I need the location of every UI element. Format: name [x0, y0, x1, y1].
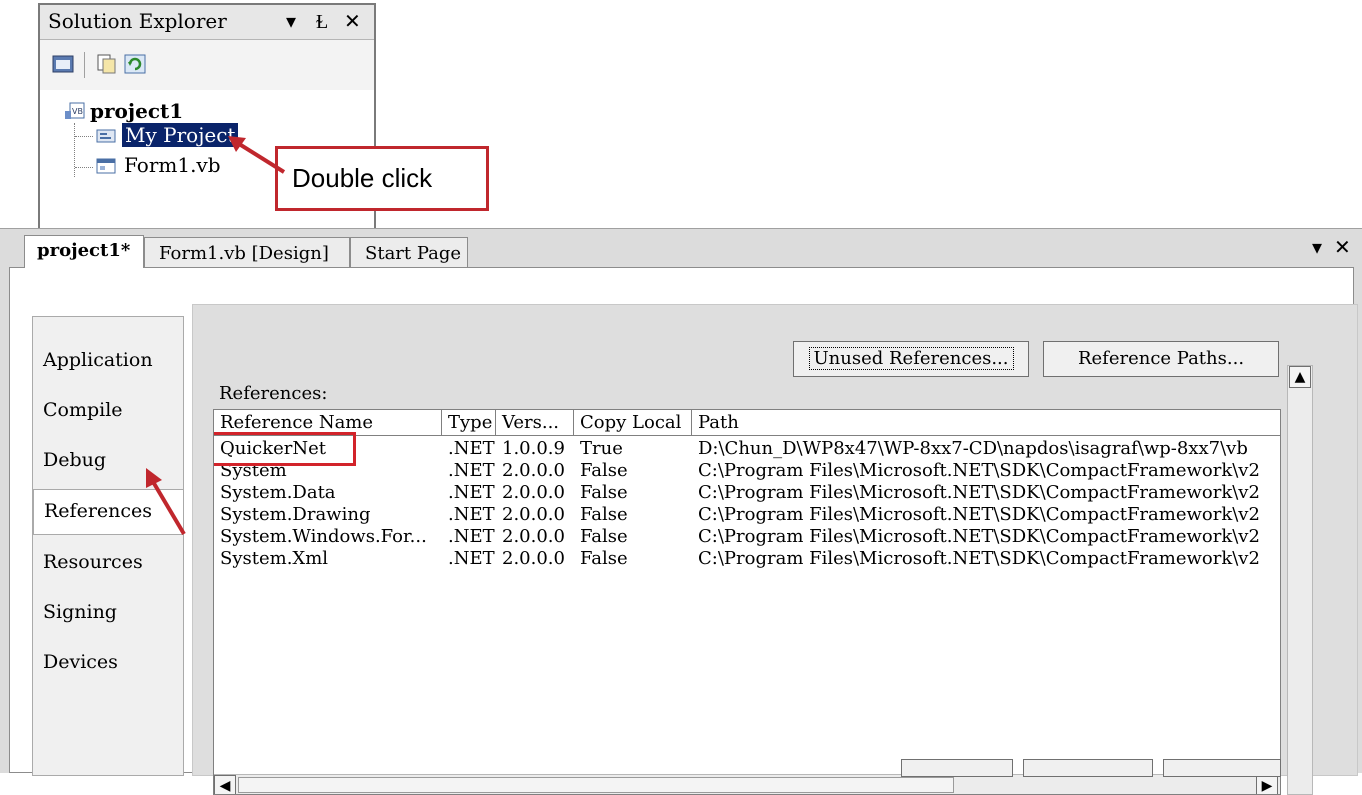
cell-type: .NET [448, 526, 495, 547]
cell-path: C:\Program Files\Microsoft.NET\SDK\Compa… [698, 482, 1260, 503]
table-row[interactable]: System .NET 2.0.0.0 False C:\Program Fil… [214, 460, 1280, 482]
sidetab-devices[interactable]: Devices [43, 651, 118, 673]
cell-version: 2.0.0.0 [502, 526, 565, 547]
document-window: project1* Form1.vb [Design] Start Page ▾… [0, 228, 1362, 795]
button-label: Unused References... [808, 347, 1014, 370]
tab-label: Start Page [365, 243, 462, 264]
window-dropdown-icon[interactable]: ▾ [1312, 235, 1322, 259]
cell-type: .NET [448, 460, 495, 481]
cell-type: .NET [448, 482, 495, 503]
cell-path: D:\Chun_D\WP8x47\WP-8xx7-CD\napdos\isagr… [698, 438, 1248, 459]
quickernet-highlight [214, 432, 356, 466]
project-node[interactable]: project1 [90, 99, 183, 123]
references-list[interactable]: Reference Name Type Vers... Copy Local P… [213, 409, 1281, 795]
vb-project-icon: VB [64, 101, 86, 121]
update-button[interactable] [1163, 759, 1281, 777]
cell-copy-local: False [580, 548, 628, 569]
tab-label: Form1.vb [Design] [159, 243, 329, 264]
tree-item-my-project[interactable]: My Project [122, 123, 239, 147]
cell-path: C:\Program Files\Microsoft.NET\SDK\Compa… [698, 548, 1260, 569]
table-row[interactable]: System.Drawing .NET 2.0.0.0 False C:\Pro… [214, 504, 1280, 526]
project-designer: Application Compile Debug References Res… [9, 267, 1358, 795]
pin-icon[interactable]: Ɫ [316, 9, 328, 34]
cell-type: .NET [448, 438, 495, 459]
cell-type: .NET [448, 504, 495, 525]
scroll-left-icon[interactable]: ◀ [214, 775, 236, 794]
cell-copy-local: False [580, 504, 628, 525]
sidetab-resources[interactable]: Resources [43, 551, 143, 573]
solution-explorer-titlebar: Solution Explorer ▾ Ɫ ✕ [40, 5, 374, 40]
tree-item-form1[interactable]: Form1.vb [124, 153, 221, 177]
sidetab-compile[interactable]: Compile [43, 399, 123, 421]
cell-version: 2.0.0.0 [502, 504, 565, 525]
callout-arrow-icon [228, 136, 286, 174]
cell-copy-local: False [580, 460, 628, 481]
show-all-files-icon[interactable] [96, 54, 118, 74]
designer-side-tabs: Application Compile Debug References Res… [32, 316, 184, 776]
properties-icon[interactable] [52, 54, 74, 74]
refresh-icon[interactable] [124, 54, 146, 74]
tab-project1[interactable]: project1* [24, 235, 144, 268]
references-label: References: [219, 383, 328, 404]
sidetab-debug[interactable]: Debug [43, 449, 106, 471]
cell-version: 2.0.0.0 [502, 548, 565, 569]
add-button[interactable] [901, 759, 1013, 777]
double-click-callout: Double click [275, 146, 489, 211]
references-page: Unused References... Reference Paths... … [192, 304, 1358, 795]
table-row[interactable]: QuickerNet .NET 1.0.0.9 True D:\Chun_D\W… [214, 438, 1280, 460]
column-header-copy-local[interactable]: Copy Local [574, 410, 692, 436]
column-header-version[interactable]: Vers... [496, 410, 574, 436]
cell-path: C:\Program Files\Microsoft.NET\SDK\Compa… [698, 526, 1260, 547]
cell-version: 2.0.0.0 [502, 460, 565, 481]
cell-copy-local: False [580, 482, 628, 503]
horizontal-scroll-thumb[interactable] [238, 777, 954, 793]
tree-connector [75, 167, 93, 168]
annotation-arrow-icon [146, 468, 186, 536]
scroll-up-icon[interactable]: ▲ [1289, 366, 1311, 388]
cell-type: .NET [448, 548, 495, 569]
sidetab-application[interactable]: Application [43, 349, 153, 371]
button-label: Reference Paths... [1077, 348, 1245, 369]
my-project-icon [96, 127, 116, 145]
toolbar-separator [84, 52, 85, 78]
remove-button[interactable] [1023, 759, 1153, 777]
cell-path: C:\Program Files\Microsoft.NET\SDK\Compa… [698, 504, 1260, 525]
column-header-type[interactable]: Type [442, 410, 496, 436]
solution-explorer-title: Solution Explorer [48, 9, 227, 33]
svg-text:VB: VB [72, 107, 83, 116]
cell-copy-local: False [580, 526, 628, 547]
column-header-path[interactable]: Path [692, 410, 1280, 436]
dropdown-icon[interactable]: ▾ [286, 9, 296, 33]
table-row[interactable]: System.Data .NET 2.0.0.0 False C:\Progra… [214, 482, 1280, 504]
window-close-icon[interactable]: ✕ [1334, 235, 1351, 259]
cell-version: 2.0.0.0 [502, 482, 565, 503]
vertical-scrollbar[interactable]: ▲ [1287, 365, 1313, 795]
callout-text: Double click [292, 163, 433, 193]
cell-reference-name: System.Windows.For... [220, 526, 427, 547]
horizontal-scrollbar[interactable]: ◀ ▶ [214, 774, 1280, 794]
tree-connector [75, 136, 93, 137]
unused-references-button[interactable]: Unused References... [793, 341, 1029, 377]
form-icon [96, 157, 116, 175]
sidetab-label: References [44, 500, 153, 522]
close-icon[interactable]: ✕ [344, 9, 361, 33]
solution-explorer-toolbar [40, 40, 374, 90]
cell-reference-name: System.Data [220, 482, 336, 503]
tab-form1-design[interactable]: Form1.vb [Design] [144, 237, 350, 267]
cell-copy-local: True [580, 438, 623, 459]
tab-label: project1* [37, 240, 131, 261]
reference-paths-button[interactable]: Reference Paths... [1043, 341, 1279, 377]
tab-start-page[interactable]: Start Page [350, 237, 468, 267]
tree-connector [74, 123, 75, 177]
sidetab-signing[interactable]: Signing [43, 601, 117, 623]
table-row[interactable]: System.Xml .NET 2.0.0.0 False C:\Program… [214, 548, 1280, 570]
table-row[interactable]: System.Windows.For... .NET 2.0.0.0 False… [214, 526, 1280, 548]
cell-path: C:\Program Files\Microsoft.NET\SDK\Compa… [698, 460, 1260, 481]
cell-reference-name: System.Xml [220, 548, 329, 569]
cell-version: 1.0.0.9 [502, 438, 565, 459]
cell-reference-name: System.Drawing [220, 504, 371, 525]
scroll-right-icon[interactable]: ▶ [1256, 775, 1278, 794]
